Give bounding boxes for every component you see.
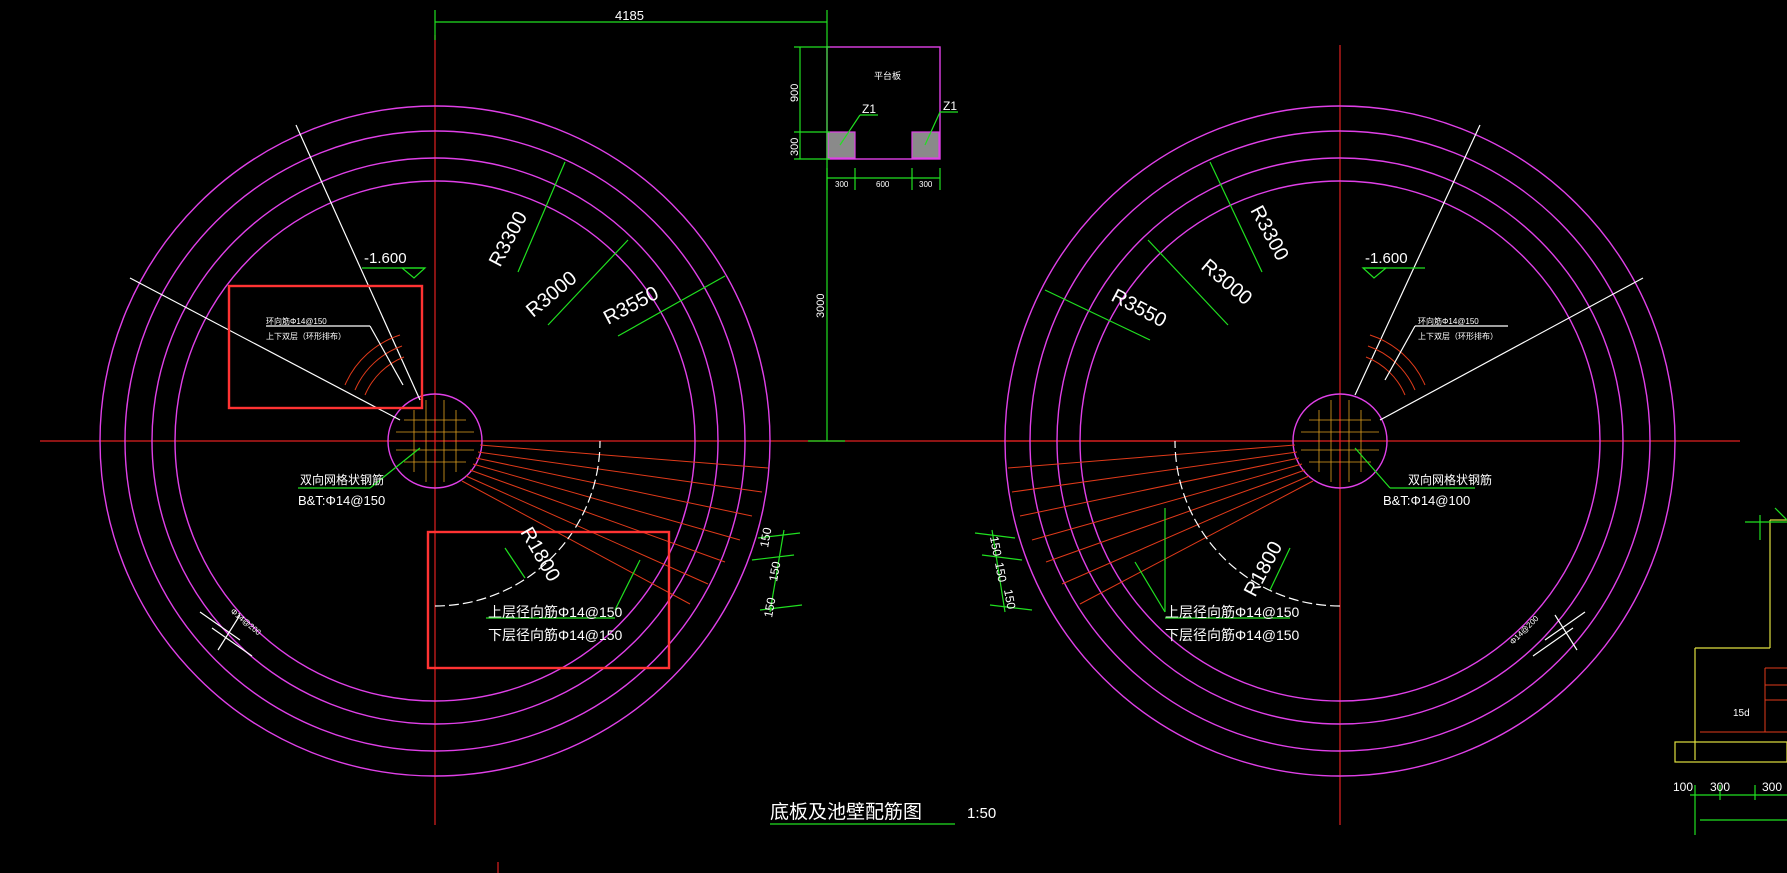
section-dim-c: 300 [1762,780,1782,794]
right-plan: R3300 R3000 R3550 R1800 -1.600 环向筋Φ14@15… [960,45,1740,825]
left-leader-line-2 [129,277,401,421]
right-ring-rebar-arcs [1365,334,1426,396]
left-radial-top: 上层径向筋Φ14@150 [488,604,623,620]
right-ring-note-1: 环向筋Φ14@150 [1418,316,1479,326]
section-dim-b: 300 [1710,780,1730,794]
platform-detail: 平台板 Z1 Z1 900 300 3000 300 600 300 [789,46,958,442]
platform-dim-900: 900 [789,84,801,102]
right-label-r3550: R3550 [1108,285,1170,332]
left-ring-note-leader [369,325,404,386]
section-dim-a: 100 [1673,780,1693,794]
column-z1-right-label: Z1 [943,99,957,113]
right-label-r3300: R3300 [1246,202,1293,264]
right-leader-line-2 [1379,277,1644,421]
right-ring-note-2: 上下双层（环形排布） [1418,331,1498,341]
section-base-slab [1674,741,1787,763]
cad-drawing-canvas: R3300 R3000 R3550 R1800 -1.600 环向筋Φ14@15… [40,8,1787,873]
left-label-elevation: -1.600 [364,250,407,267]
left-radial-leader [614,559,641,611]
left-radial-bottom: 下层径向筋Φ14@150 [488,627,623,643]
platform-bottom-right: 300 [919,180,933,189]
right-wall-bar-dim [1532,611,1586,657]
left-ring-note-2: 上下双层（环形排布） [266,331,346,341]
right-ring-note-leader [1384,325,1416,381]
column-z1-left-label: Z1 [862,102,876,116]
right-label-elevation: -1.600 [1365,250,1408,267]
left-label-r3300: R3300 [485,208,532,270]
drawing-scale: 1:50 [967,805,996,822]
right-mesh-label: 双向网格状钢筋 [1408,472,1492,487]
platform-bottom-mid: 600 [876,180,890,189]
right-radial-bottom: 下层径向筋Φ14@150 [1165,627,1300,643]
section-anchor-label: 15d [1733,708,1750,719]
top-dimension: 4185 [434,8,828,50]
left-label-r3000: R3000 [522,267,581,322]
drawing-title-block: 底板及池壁配筋图 1:50 [497,801,996,873]
left-spacing-1: 150 [757,526,774,548]
platform-label: 平台板 [874,70,901,81]
left-r1800-tick [504,547,526,579]
right-radial-leader-2 [1134,561,1166,613]
left-elevation-triangle [400,267,427,279]
left-radial-rebars [461,444,769,605]
left-label-r3550: R3550 [600,282,662,329]
left-mesh-spec: B&T:Φ14@150 [298,493,385,508]
left-wall-bar-label: Φ14@200 [229,607,263,638]
right-mesh-spec: B&T:Φ14@100 [1383,493,1470,508]
platform-bottom-left: 300 [835,180,849,189]
drawing-title: 底板及池壁配筋图 [770,801,922,823]
platform-dim-300: 300 [789,138,801,156]
section-detail: 15d 100 300 300 [1673,507,1787,835]
left-plan: R3300 R3000 R3550 R1800 -1.600 环向筋Φ14@15… [40,35,1180,825]
column-z1-left [827,131,856,159]
right-wall-bar-label: Φ14@200 [1508,614,1541,647]
left-ring-note-highlight [227,284,424,410]
left-ring-note-1: 环向筋Φ14@150 [266,316,327,326]
right-radial-top: 上层径向筋Φ14@150 [1165,604,1300,620]
left-spacing-3: 150 [761,596,778,618]
right-elevation-triangle [1361,267,1388,279]
top-dim-label: 4185 [615,8,644,23]
left-mesh-label: 双向网格状钢筋 [300,472,384,487]
right-spacing-2: 150 [992,561,1009,583]
left-spacing-2: 150 [766,560,783,582]
platform-dim-3000: 3000 [815,294,827,318]
right-spacing-1: 150 [987,535,1004,557]
